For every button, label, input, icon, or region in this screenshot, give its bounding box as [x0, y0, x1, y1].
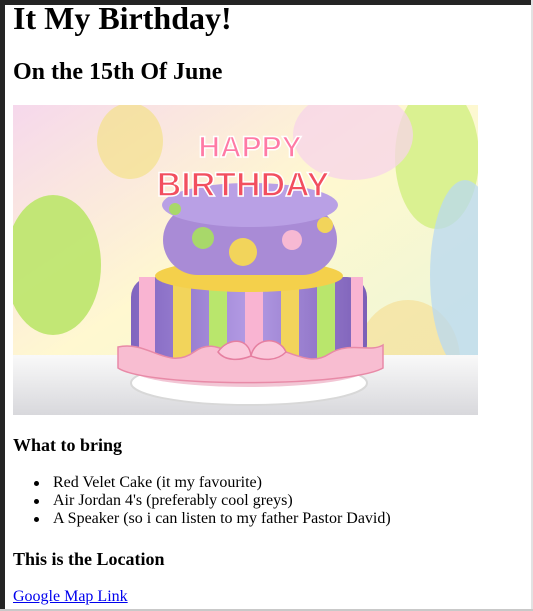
yellow-cake-dot [229, 238, 257, 266]
happy-candle-text: HAPPY [198, 131, 301, 164]
bring-item: A Speaker (so i can listen to my father … [34, 510, 391, 528]
birthday-cake-illustration: HAPPY BIRTHDAY [13, 105, 478, 415]
bring-item: Red Velet Cake (it my favourite) [34, 474, 391, 492]
google-map-link[interactable]: Google Map Link [13, 587, 128, 607]
birthday-candle-text: BIRTHDAY [157, 166, 330, 204]
small-yellow-cake-dot [317, 217, 333, 233]
small-green-cake-dot [169, 203, 181, 215]
birthday-date: On the 15th Of June [13, 59, 223, 85]
pink-cake-dot [282, 230, 302, 250]
green-cake-dot [192, 227, 214, 249]
what-to-bring-list: Red Velet Cake (it my favourite) Air Jor… [34, 474, 391, 528]
birthday-cake-image: HAPPY BIRTHDAY [13, 105, 478, 415]
yellow-balloon [97, 105, 163, 179]
window-left-border [0, 0, 5, 611]
bring-item: Air Jordan 4's (preferably cool greys) [34, 492, 391, 510]
what-to-bring-heading: What to bring [13, 435, 123, 455]
page-title: It My Birthday! [13, 0, 232, 36]
location-heading: This is the Location [13, 549, 165, 569]
bottom-tier-yellow-stripe-1 [173, 277, 191, 365]
